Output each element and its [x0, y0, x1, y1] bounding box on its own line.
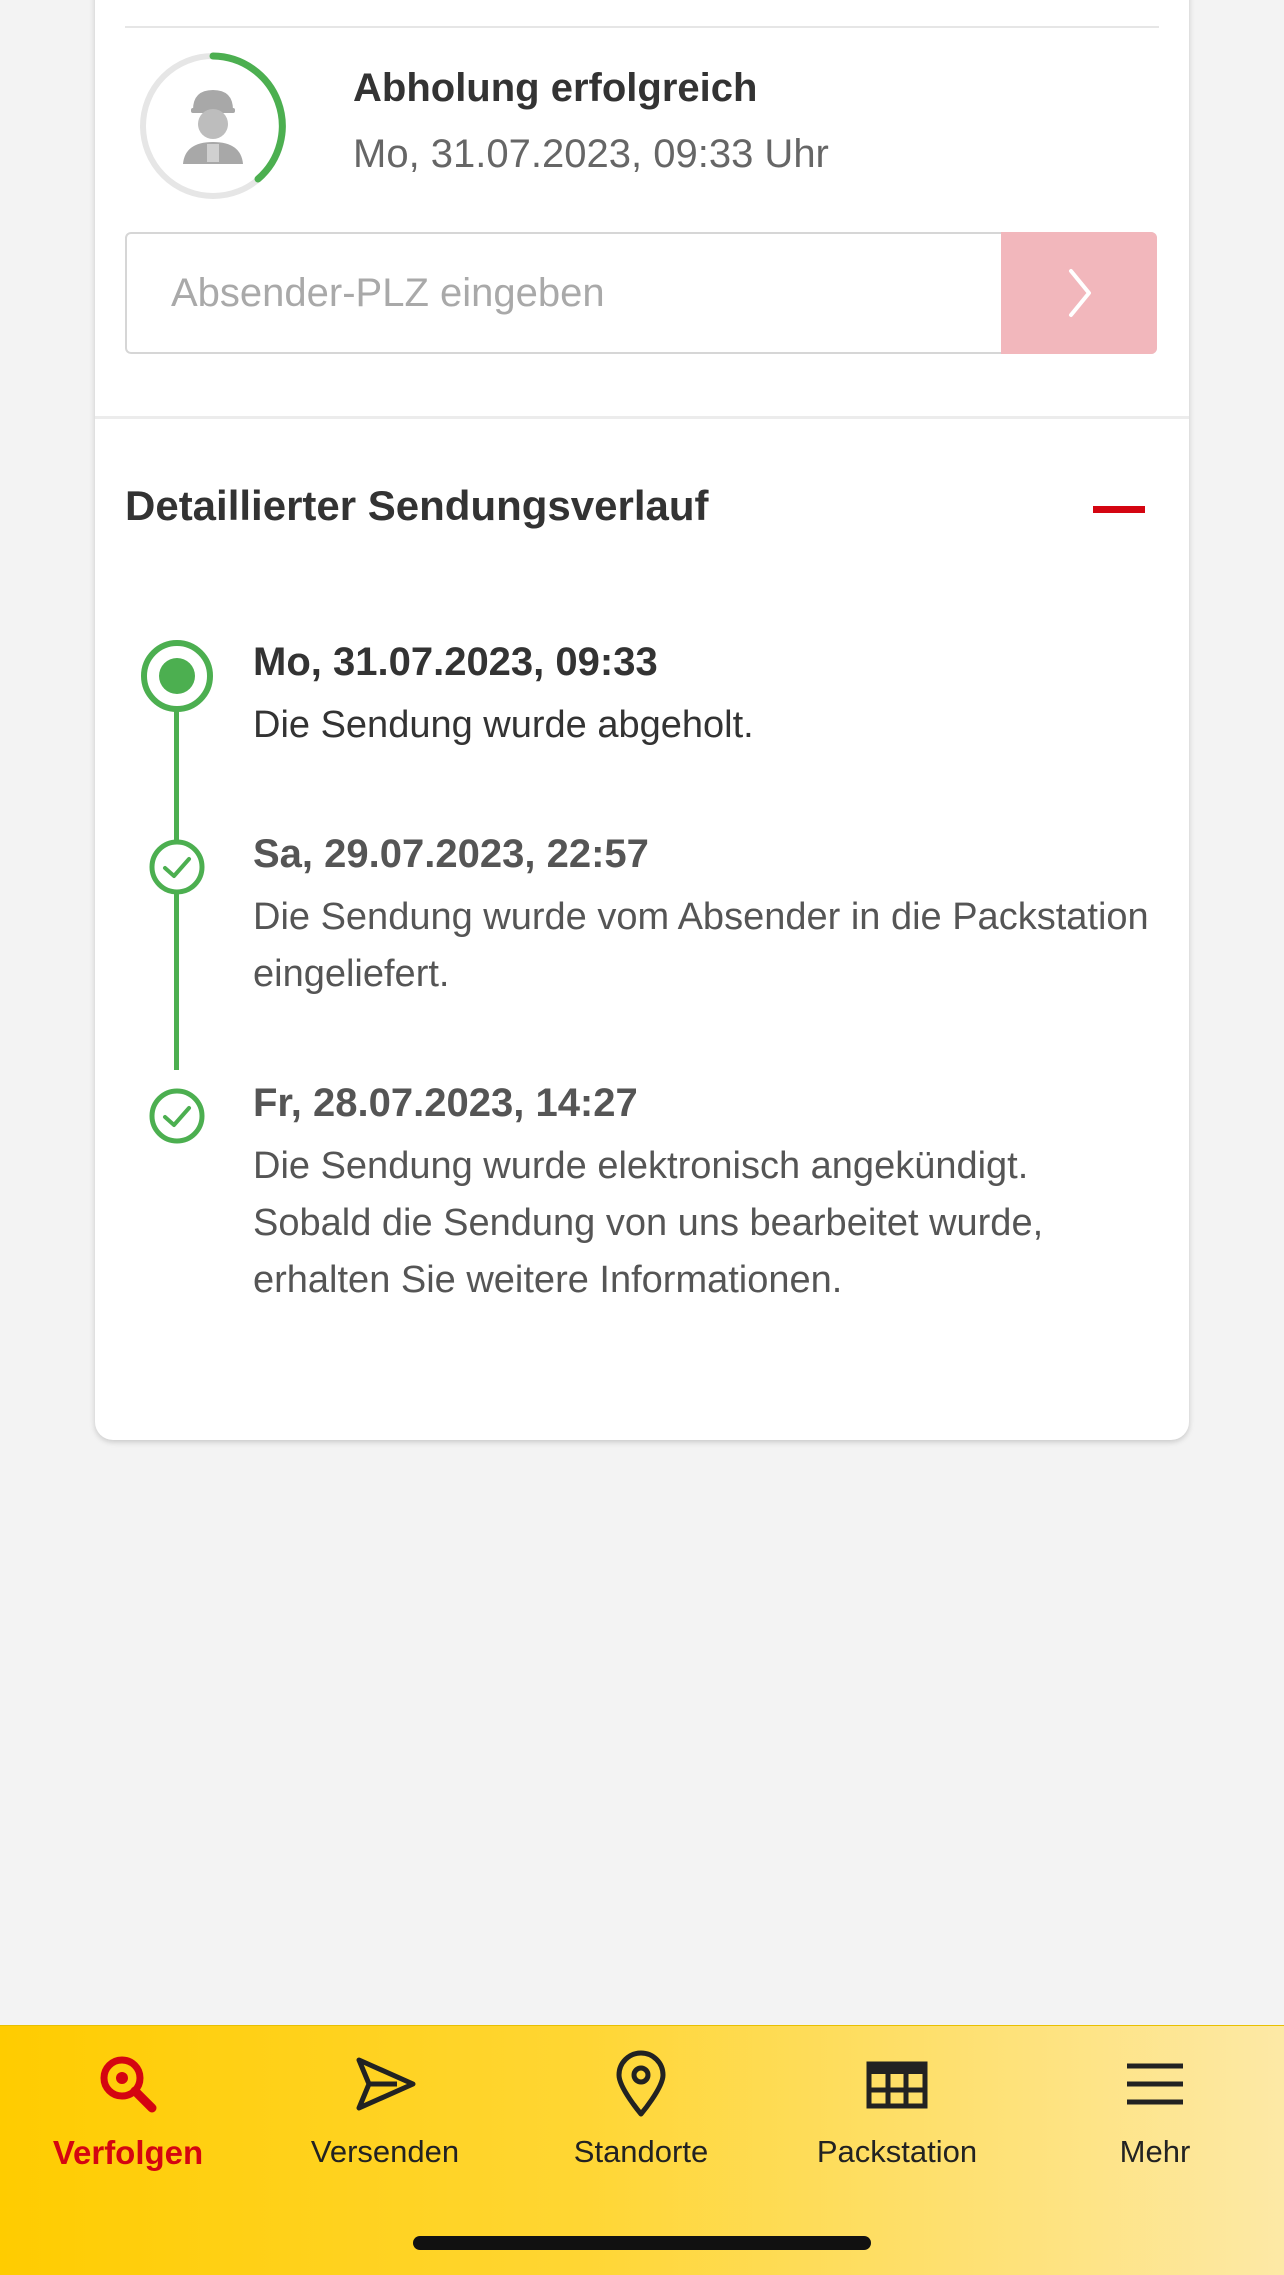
event-text: Die Sendung wurde elektronisch angekündi…	[253, 1145, 1044, 1301]
progress-ring-graphic	[140, 52, 286, 199]
home-indicator[interactable]	[413, 2236, 871, 2250]
tab-label: Standorte	[573, 2134, 709, 2169]
event-date: Sa, 29.07.2023, 22:57	[253, 832, 649, 876]
section-divider	[95, 416, 1189, 419]
status-title: Abholung erfolgreich	[353, 66, 758, 110]
minus-icon	[1093, 506, 1145, 513]
menu-icon	[1127, 2063, 1183, 2105]
courier-icon	[183, 90, 243, 164]
detailed-history-title[interactable]: Detaillierter Sendungsverlauf	[125, 482, 709, 530]
history-event: Sa, 29.07.2023, 22:57 Die Sendung wurde …	[253, 832, 1153, 1003]
send-icon	[356, 2057, 416, 2111]
pickup-progress-ring	[135, 48, 291, 204]
tab-mehr[interactable]: Mehr	[1045, 2048, 1265, 2188]
history-event: Mo, 31.07.2023, 09:33 Die Sendung wurde …	[253, 640, 1153, 754]
search-icon	[100, 2056, 157, 2113]
tab-packstation[interactable]: Packstation	[787, 2048, 1007, 2188]
tab-versenden[interactable]: Versenden	[275, 2048, 495, 2188]
tab-standorte[interactable]: Standorte	[531, 2048, 751, 2188]
check-circle-icon	[149, 839, 205, 895]
tab-label: Verfolgen	[52, 2134, 204, 2171]
event-text: Die Sendung wurde abgeholt.	[253, 704, 754, 746]
tab-label: Packstation	[816, 2134, 978, 2169]
sender-plz-input[interactable]	[127, 234, 997, 352]
status-date: Mo, 31.07.2023, 09:33 Uhr	[353, 132, 829, 176]
divider	[125, 26, 1159, 28]
check-circle-icon	[149, 1088, 205, 1144]
history-event: Fr, 28.07.2023, 14:27 Die Sendung wurde …	[253, 1081, 1153, 1309]
location-pin-icon	[616, 2050, 666, 2117]
collapse-button[interactable]	[1089, 480, 1149, 540]
packstation-icon	[866, 2061, 928, 2109]
event-date: Fr, 28.07.2023, 14:27	[253, 1081, 638, 1125]
chevron-right-icon	[1069, 269, 1091, 317]
shipment-card: Abholung erfolgreich Mo, 31.07.2023, 09:…	[95, 0, 1189, 1440]
sender-plz-form	[125, 232, 1157, 354]
event-text: Die Sendung wurde vom Absender in die Pa…	[253, 896, 1149, 995]
event-date: Mo, 31.07.2023, 09:33	[253, 640, 658, 684]
plz-submit-button[interactable]	[1001, 232, 1157, 354]
tab-label: Mehr	[1119, 2134, 1191, 2169]
current-status-dot-icon	[141, 640, 213, 712]
status-row: Abholung erfolgreich Mo, 31.07.2023, 09:…	[135, 48, 1155, 208]
tab-verfolgen[interactable]: Verfolgen	[18, 2048, 238, 2188]
tab-label: Versenden	[310, 2134, 460, 2169]
